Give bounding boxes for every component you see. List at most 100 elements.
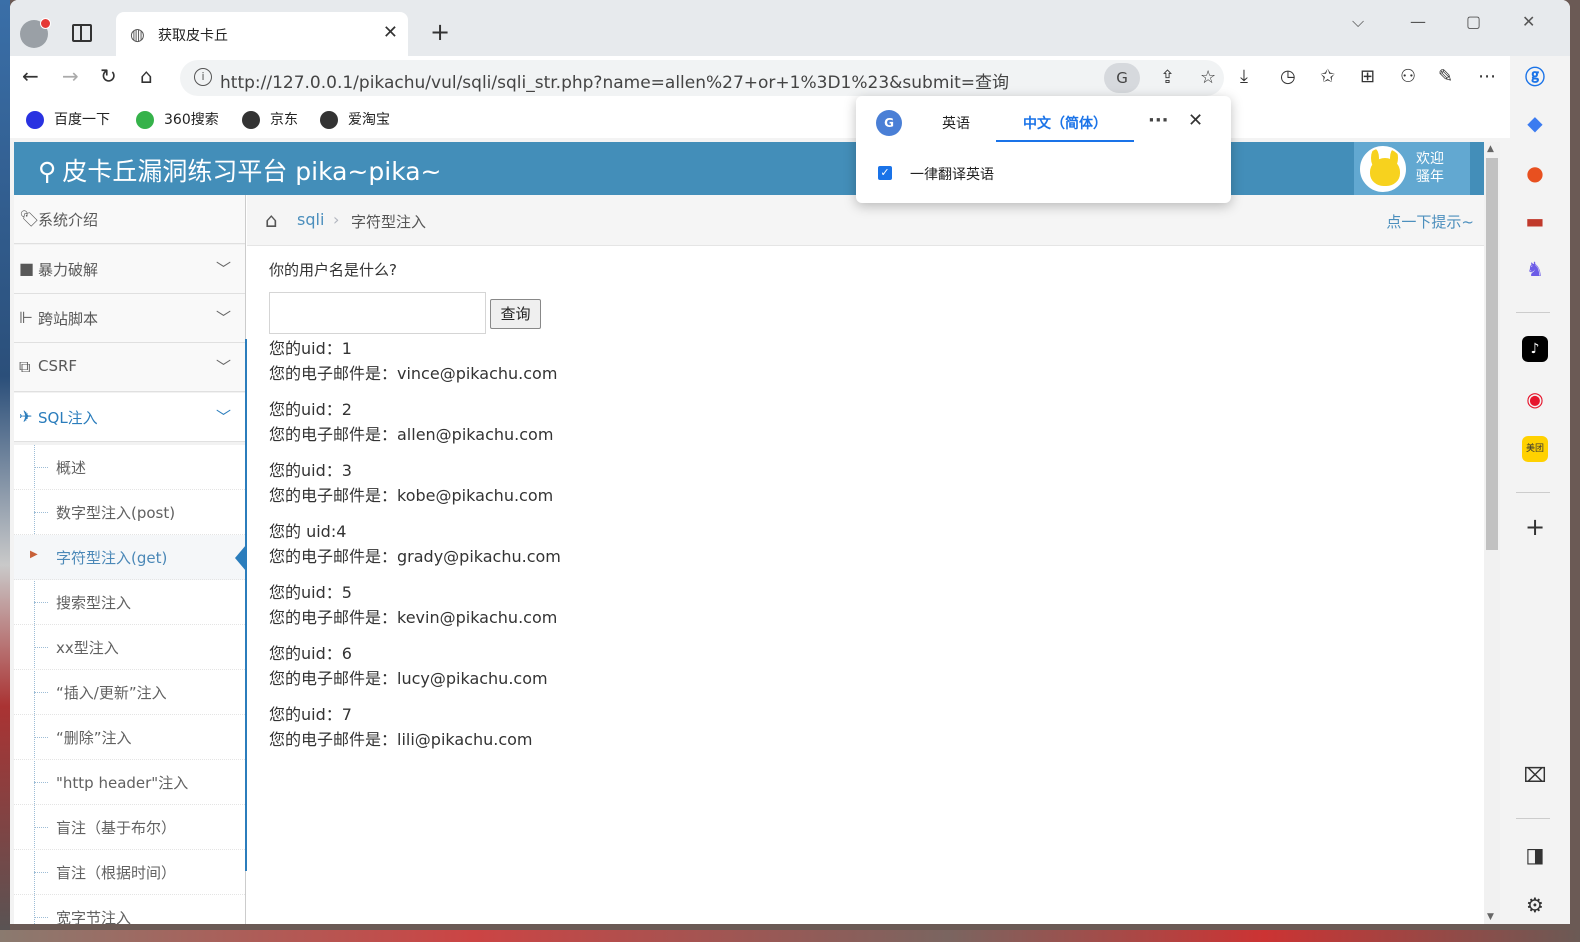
translate-icon[interactable]: G — [1104, 63, 1140, 93]
submenu-item[interactable]: "http header"注入 — [14, 760, 245, 805]
share-icon[interactable]: ⇪ — [1160, 67, 1175, 88]
minimize-button[interactable]: — — [1410, 12, 1426, 31]
submenu-item[interactable]: 宽字节注入 — [14, 895, 245, 924]
chevron-down-icon: ﹀ — [215, 309, 231, 327]
sidebar-item-intro[interactable]: 🏷 系统介绍 — [14, 195, 245, 244]
sidebar-item-sqli[interactable]: ✈ SQL注入 ﹀ — [14, 393, 245, 442]
edit-icon[interactable]: ✎ — [1438, 66, 1453, 87]
refresh-button[interactable]: ↻ — [100, 64, 117, 88]
submenu-item[interactable]: 数字型注入(post) — [14, 490, 245, 535]
uid-text: 您的uid：3 — [269, 461, 352, 480]
games-icon[interactable]: ♞ — [1522, 256, 1548, 282]
tab-target-language[interactable]: 中文（简体） — [996, 110, 1134, 142]
scroll-up-arrow[interactable]: ▲ — [1487, 144, 1494, 154]
username-input[interactable] — [269, 292, 486, 334]
browser-tab[interactable]: ◍ 获取皮卡丘 ✕ — [116, 12, 408, 56]
submenu-item[interactable]: “删除”注入 — [14, 715, 245, 760]
xss-icon: ⊩ — [19, 308, 33, 327]
submenu-item[interactable]: 搜索型注入 — [14, 580, 245, 625]
meituan-icon[interactable]: 美团 — [1522, 436, 1548, 462]
bookmark-baidu[interactable]: 百度一下 — [26, 109, 110, 129]
submenu-item-active[interactable]: ▶ 字符型注入(get) — [14, 535, 246, 580]
key-icon: ⚲ — [38, 157, 57, 186]
browser-sidebar: ⓖ ◆ ● ▬ ♞ ♪ ◉ 美团 + ⌧ ◨ ⚙ — [1510, 56, 1570, 924]
tab-actions-icon[interactable] — [72, 24, 92, 42]
tab-strip: ◍ 获取皮卡丘 ✕ + ⌵ — ▢ ✕ — [10, 0, 1570, 60]
forward-button[interactable]: → — [62, 64, 79, 88]
sidebar-item-csrf[interactable]: ⧉ CSRF ﹀ — [14, 343, 245, 392]
close-tab-icon[interactable]: ✕ — [383, 22, 398, 43]
close-icon[interactable]: ✕ — [1188, 110, 1203, 131]
submenu-item[interactable]: 盲注（根据时间） — [14, 850, 245, 895]
extensions-icon[interactable]: ⚇ — [1400, 66, 1416, 87]
plane-icon: ✈ — [19, 407, 33, 426]
active-section-bar — [245, 339, 247, 871]
home-button[interactable]: ⌂ — [140, 64, 153, 88]
more-icon[interactable]: ⋯ — [1478, 66, 1496, 87]
submenu-item[interactable]: 盲注（基于布尔） — [14, 805, 245, 850]
maximize-button[interactable]: ▢ — [1466, 12, 1481, 31]
globe-icon: ◍ — [130, 25, 145, 45]
uid-text: 您的uid：7 — [269, 705, 352, 724]
sidebar-item-xss[interactable]: ⊩ 跨站脚本 ﹀ — [14, 294, 245, 343]
uid-text: 您的 uid:4 — [269, 522, 347, 541]
result-record: 您的uid：2 您的电子邮件是：allen@pikachu.com — [269, 397, 561, 447]
collections-icon[interactable]: ⊞ — [1360, 66, 1375, 87]
more-options-icon[interactable]: ··· — [1148, 110, 1169, 131]
bookmark-aitaobao[interactable]: 爱淘宝 — [320, 109, 390, 129]
profile-avatar[interactable] — [20, 18, 51, 48]
bookmark-jd[interactable]: 京东 — [242, 109, 298, 129]
toolbox-icon[interactable]: ▬ — [1522, 208, 1548, 234]
settings-icon[interactable]: ⚙ — [1522, 892, 1548, 918]
office-icon[interactable]: ● — [1522, 160, 1548, 186]
tag-icon[interactable]: ◆ — [1522, 110, 1548, 136]
download-icon[interactable]: ⤓ — [1240, 66, 1248, 87]
breadcrumb-link-sqli[interactable]: sqli — [297, 210, 324, 229]
result-record: 您的uid：3 您的电子邮件是：kobe@pikachu.com — [269, 458, 561, 508]
uid-text: 您的uid：1 — [269, 339, 352, 358]
baidu-icon — [26, 111, 44, 129]
star-icon[interactable]: ☆ — [1200, 67, 1216, 88]
chevron-down-icon[interactable]: ⌵ — [1352, 12, 1364, 32]
always-translate-checkbox[interactable]: ✓ — [878, 166, 892, 180]
site-title[interactable]: ⚲ 皮卡丘漏洞练习平台 pika~pika~ — [38, 152, 442, 188]
close-window-button[interactable]: ✕ — [1522, 12, 1535, 31]
scroll-down-arrow[interactable]: ▼ — [1487, 912, 1494, 922]
sidebar-item-bruteforce[interactable]: ■ 暴力破解 ﹀ — [14, 245, 245, 294]
copilot-icon[interactable]: ⓖ — [1522, 64, 1548, 90]
screenshot-icon[interactable]: ⌧ — [1522, 762, 1548, 788]
share-icon: ⧉ — [19, 357, 31, 376]
history-icon[interactable]: ◷ — [1280, 66, 1296, 87]
weibo-icon[interactable]: ◉ — [1522, 386, 1548, 412]
tab-title: 获取皮卡丘 — [158, 28, 228, 44]
scrollbar-thumb[interactable] — [1486, 158, 1498, 550]
submenu-item[interactable]: xx型注入 — [14, 625, 245, 670]
hint-link[interactable]: 点一下提示~ — [1386, 211, 1474, 232]
360-icon — [136, 111, 154, 129]
bookmark-360[interactable]: 360搜索 — [136, 109, 219, 129]
submenu-item[interactable]: 概述 — [14, 445, 245, 490]
add-icon[interactable]: + — [1522, 514, 1548, 540]
chevron-down-icon: ﹀ — [215, 408, 231, 426]
translate-logo-icon: G — [876, 110, 902, 136]
tiktok-icon[interactable]: ♪ — [1522, 336, 1548, 362]
query-button[interactable]: 查询 — [490, 299, 541, 329]
address-bar[interactable]: i http://127.0.0.1/pikachu/vul/sqli/sqli… — [180, 60, 1224, 96]
user-menu[interactable]: 欢迎骚年 — [1354, 142, 1470, 195]
favorites-icon[interactable]: ✩ — [1320, 66, 1335, 87]
tab-source-language[interactable]: 英语 — [916, 110, 996, 142]
result-record: 您的uid：6 您的电子邮件是：lucy@pikachu.com — [269, 641, 561, 691]
lock-icon: ■ — [19, 259, 35, 278]
new-tab-button[interactable]: + — [430, 18, 450, 46]
result-record: 您的 uid:4 您的电子邮件是：grady@pikachu.com — [269, 519, 561, 569]
sidebar-toggle-icon[interactable]: ◨ — [1522, 842, 1548, 868]
page-scrollbar[interactable]: ▲ ▼ — [1484, 142, 1500, 924]
pikachu-avatar — [1360, 146, 1406, 192]
url-text[interactable]: http://127.0.0.1/pikachu/vul/sqli/sqli_s… — [220, 68, 1009, 93]
home-icon[interactable]: ⌂ — [265, 208, 278, 232]
uid-text: 您的uid：6 — [269, 644, 352, 663]
submenu-item[interactable]: “插入/更新”注入 — [14, 670, 245, 715]
back-button[interactable]: ← — [22, 64, 39, 88]
site-info-icon[interactable]: i — [194, 68, 212, 86]
chevron-down-icon: ﹀ — [215, 260, 231, 278]
